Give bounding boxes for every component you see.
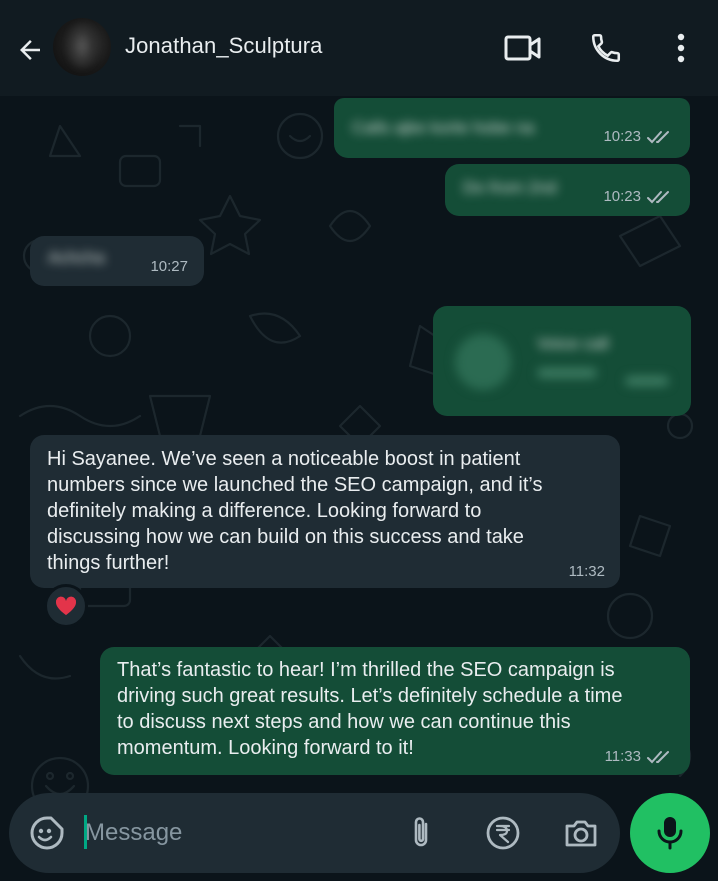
message-time: 10:27 bbox=[150, 258, 188, 275]
message-meta: 11:33 bbox=[605, 748, 674, 765]
message-text: Do from 2nd bbox=[463, 178, 557, 197]
message-meta: 10:27 bbox=[150, 258, 188, 275]
message-text: Calls ajke korte hobe na bbox=[352, 118, 535, 137]
message-bubble-outgoing[interactable]: Do from 2nd 10:23 bbox=[445, 164, 690, 216]
avatar[interactable] bbox=[53, 18, 111, 76]
contact-name[interactable]: Jonathan_Sculptura bbox=[125, 33, 323, 59]
call-bubble-outgoing[interactable]: Voice call bbox=[433, 306, 691, 416]
video-call-icon[interactable] bbox=[503, 28, 543, 68]
reaction-badge[interactable] bbox=[44, 584, 88, 628]
camera-icon[interactable] bbox=[561, 813, 601, 853]
rupee-icon[interactable] bbox=[483, 813, 523, 853]
back-arrow-icon[interactable] bbox=[10, 30, 50, 70]
message-line: things further! bbox=[47, 552, 170, 574]
double-check-icon bbox=[647, 190, 669, 203]
double-check-icon bbox=[647, 750, 669, 763]
message-text: Achcha bbox=[48, 248, 105, 267]
message-time: 10:23 bbox=[603, 188, 641, 205]
message-meta: 11:32 bbox=[569, 563, 605, 580]
message-line: definitely making a difference. Looking … bbox=[47, 500, 482, 522]
message-composer bbox=[9, 793, 620, 873]
mic-icon bbox=[657, 817, 683, 850]
message-bubble-outgoing[interactable]: That’s fantastic to hear! I’m thrilled t… bbox=[100, 647, 690, 775]
message-text: Hi Sayanee. We’ve seen a noticeable boos… bbox=[47, 446, 542, 576]
message-line: driving such great results. Let’s defini… bbox=[117, 685, 623, 707]
blurred-content: Voice call bbox=[433, 306, 691, 416]
mic-button[interactable] bbox=[630, 793, 710, 873]
heart-icon bbox=[55, 596, 77, 616]
message-bubble-incoming[interactable]: Achcha 10:27 bbox=[30, 236, 204, 286]
message-meta: 10:23 bbox=[603, 188, 674, 205]
call-label: Voice call bbox=[537, 334, 609, 353]
message-input[interactable] bbox=[85, 817, 385, 849]
chat-header: Jonathan_Sculptura bbox=[0, 0, 718, 96]
message-time: 11:32 bbox=[568, 563, 605, 580]
message-line: Hi Sayanee. We’ve seen a noticeable boos… bbox=[47, 448, 521, 470]
message-line: to discuss next steps and how we can con… bbox=[117, 711, 571, 733]
message-line: momentum. Looking forward to it! bbox=[117, 737, 414, 759]
phone-icon[interactable] bbox=[586, 28, 626, 68]
sticker-icon[interactable] bbox=[27, 813, 67, 853]
double-check-icon bbox=[647, 130, 669, 143]
more-vert-icon[interactable] bbox=[661, 28, 701, 68]
message-line: numbers since we launched the SEO campai… bbox=[47, 474, 543, 496]
message-time: 11:33 bbox=[604, 748, 641, 765]
message-meta: 10:23 bbox=[603, 128, 674, 145]
attach-icon[interactable] bbox=[401, 813, 441, 853]
message-line: That’s fantastic to hear! I’m thrilled t… bbox=[117, 659, 615, 681]
message-time: 10:23 bbox=[603, 128, 641, 145]
message-bubble-incoming[interactable]: Hi Sayanee. We’ve seen a noticeable boos… bbox=[30, 435, 620, 588]
message-bubble-outgoing[interactable]: Calls ajke korte hobe na 10:23 bbox=[334, 98, 690, 158]
message-text: That’s fantastic to hear! I’m thrilled t… bbox=[117, 657, 622, 761]
message-line: discussing how we can build on this succ… bbox=[47, 526, 524, 548]
